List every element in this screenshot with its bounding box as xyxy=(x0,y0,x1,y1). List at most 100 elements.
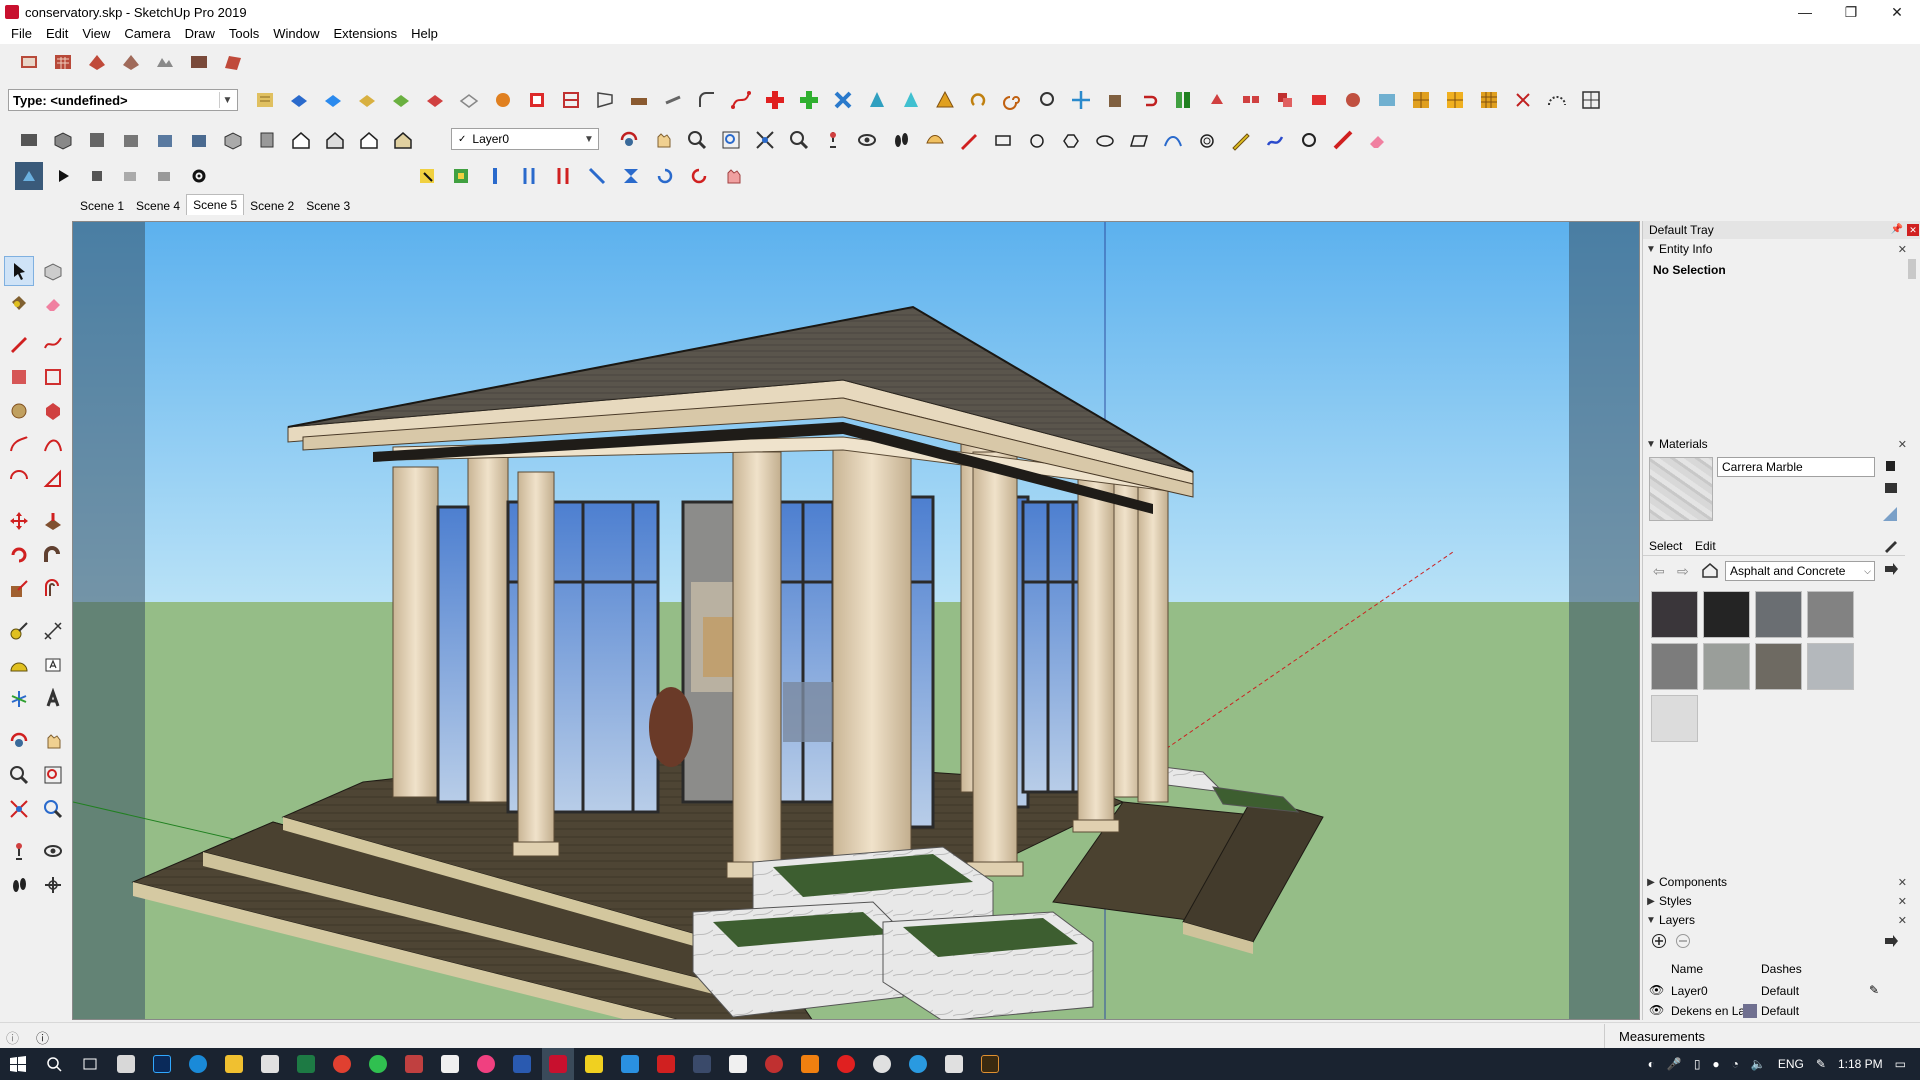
circle-tool-icon[interactable] xyxy=(4,396,34,426)
fountain-icon[interactable] xyxy=(897,86,925,114)
default-material-icon[interactable] xyxy=(1881,505,1899,523)
material-swatch[interactable] xyxy=(1807,643,1854,690)
material-swatch[interactable] xyxy=(1807,591,1854,638)
paint-icon[interactable] xyxy=(434,1048,466,1080)
add-layer-icon[interactable] xyxy=(1651,933,1667,949)
arrows-updown-icon[interactable] xyxy=(515,162,543,190)
house-outline-icon[interactable] xyxy=(287,126,315,154)
menu-tools[interactable]: Tools xyxy=(222,24,266,44)
close-icon[interactable]: ✕ xyxy=(1907,224,1919,236)
material-name-field[interactable]: Carrera Marble xyxy=(1717,457,1875,477)
select-tool-icon[interactable] xyxy=(4,256,34,286)
pen-icon[interactable]: ✎ xyxy=(1816,1057,1826,1071)
walk-icon[interactable] xyxy=(887,126,915,154)
restore-button[interactable]: ❐ xyxy=(1828,0,1874,24)
rotate-copy-icon[interactable] xyxy=(1203,86,1231,114)
house-shaded-icon[interactable] xyxy=(355,126,383,154)
gear-shape-icon[interactable] xyxy=(1295,126,1323,154)
pencil-yellow-icon[interactable] xyxy=(1227,126,1255,154)
rotate-blue-icon[interactable] xyxy=(651,162,679,190)
hand-icon[interactable] xyxy=(719,162,747,190)
tab-scene-3[interactable]: Scene 3 xyxy=(300,196,356,216)
polygon-tool-icon[interactable] xyxy=(38,396,68,426)
sticky-notes-icon[interactable] xyxy=(578,1048,610,1080)
spiral-icon[interactable] xyxy=(999,86,1027,114)
materials-header[interactable]: ▼ Materials ✕ xyxy=(1643,435,1920,453)
label-icon[interactable] xyxy=(1305,86,1333,114)
zoom-extents-tool-icon[interactable] xyxy=(4,794,34,824)
forward-arrow-icon[interactable]: ⇨ xyxy=(1677,563,1689,580)
clock[interactable]: 1:18 PM xyxy=(1838,1057,1883,1071)
tab-scene-1[interactable]: Scene 1 xyxy=(74,196,130,216)
pie-tool-icon[interactable] xyxy=(38,464,68,494)
paint-bucket-icon[interactable] xyxy=(4,288,34,318)
push-pull-icon[interactable] xyxy=(523,86,551,114)
info-icon[interactable]: ⓘ xyxy=(36,1028,49,1047)
material-swatch[interactable] xyxy=(1651,643,1698,690)
solid-subtract-icon[interactable] xyxy=(353,86,381,114)
toggle-terrain-icon[interactable] xyxy=(151,48,179,76)
move-arrows-icon[interactable] xyxy=(1067,86,1095,114)
two-point-arc-icon[interactable] xyxy=(38,430,68,460)
chrome-tray-icon[interactable]: ● xyxy=(1712,1057,1719,1071)
diagonal-icon[interactable] xyxy=(583,162,611,190)
components-header[interactable]: ▶ Components ✕ xyxy=(1643,873,1920,891)
move-cross-red-icon[interactable] xyxy=(761,86,789,114)
solid-union-icon[interactable] xyxy=(285,86,313,114)
layer-details-icon[interactable] xyxy=(1883,933,1899,951)
walk-tool-icon[interactable] xyxy=(4,870,34,900)
minimize-button[interactable]: — xyxy=(1782,0,1828,24)
zoom-window-icon[interactable] xyxy=(717,126,745,154)
rect-shape-icon[interactable] xyxy=(989,126,1017,154)
whatsapp-icon[interactable] xyxy=(362,1048,394,1080)
pdf-icon[interactable] xyxy=(722,1048,754,1080)
eye-icon[interactable]: 👁 xyxy=(1649,983,1664,997)
solid-trim-icon[interactable] xyxy=(387,86,415,114)
mic-icon[interactable]: 🎤 xyxy=(1667,1057,1682,1071)
home-icon[interactable] xyxy=(1701,561,1719,579)
search-icon[interactable] xyxy=(38,1048,70,1080)
array-icon[interactable] xyxy=(1237,86,1265,114)
material-library-select[interactable]: Asphalt and Concrete ⌵ xyxy=(1725,561,1875,581)
position-camera-tool-icon[interactable] xyxy=(4,836,34,866)
follow-me-icon[interactable] xyxy=(489,86,517,114)
telegram-icon[interactable] xyxy=(902,1048,934,1080)
material-swatch[interactable] xyxy=(1651,591,1698,638)
type-select[interactable]: Type: <undefined> ▼ xyxy=(8,89,238,111)
menu-view[interactable]: View xyxy=(75,24,117,44)
back-arrow-icon[interactable]: ⇦ xyxy=(1653,563,1665,580)
bucket-icon[interactable] xyxy=(1101,86,1129,114)
table-icon[interactable] xyxy=(1373,86,1401,114)
section-tool-icon[interactable] xyxy=(38,870,68,900)
zoom-icon[interactable] xyxy=(683,126,711,154)
pan-icon[interactable] xyxy=(649,126,677,154)
menu-draw[interactable]: Draw xyxy=(178,24,222,44)
arc-shape-icon[interactable] xyxy=(1159,126,1187,154)
freehand-tool-icon[interactable] xyxy=(38,328,68,358)
tape-measure-icon[interactable] xyxy=(4,616,34,646)
xray-icon[interactable] xyxy=(219,126,247,154)
details-arrow-icon[interactable] xyxy=(1883,561,1899,579)
measurements-box[interactable]: Measurements xyxy=(1604,1024,1920,1048)
sample-paint-icon[interactable] xyxy=(1883,537,1899,553)
photo-texture-icon[interactable] xyxy=(185,48,213,76)
entity-info-header[interactable]: ▼ Entity Info ✕ xyxy=(1643,240,1920,258)
calculator-icon[interactable] xyxy=(110,1048,142,1080)
view-top-icon[interactable] xyxy=(83,126,111,154)
arrows-red-icon[interactable] xyxy=(549,162,577,190)
bridge-icon[interactable] xyxy=(974,1048,1006,1080)
hourglass-icon[interactable] xyxy=(617,162,645,190)
create-material-icon[interactable] xyxy=(1883,457,1899,473)
rotate-red-icon[interactable] xyxy=(685,162,713,190)
dimension-grid-icon[interactable] xyxy=(1577,86,1605,114)
gear-icon[interactable] xyxy=(185,162,213,190)
flip-icon[interactable] xyxy=(591,86,619,114)
freehand-icon[interactable] xyxy=(1261,126,1289,154)
solid-intersect-icon[interactable] xyxy=(319,86,347,114)
app-red-icon[interactable] xyxy=(758,1048,790,1080)
solid-split-icon[interactable] xyxy=(421,86,449,114)
sketchup-taskbar-icon[interactable] xyxy=(542,1048,574,1080)
geo-status-icon[interactable]: ⓘ xyxy=(6,1028,19,1047)
3d-text-icon[interactable] xyxy=(38,684,68,714)
notification-icon[interactable]: ▭ xyxy=(1895,1057,1906,1071)
